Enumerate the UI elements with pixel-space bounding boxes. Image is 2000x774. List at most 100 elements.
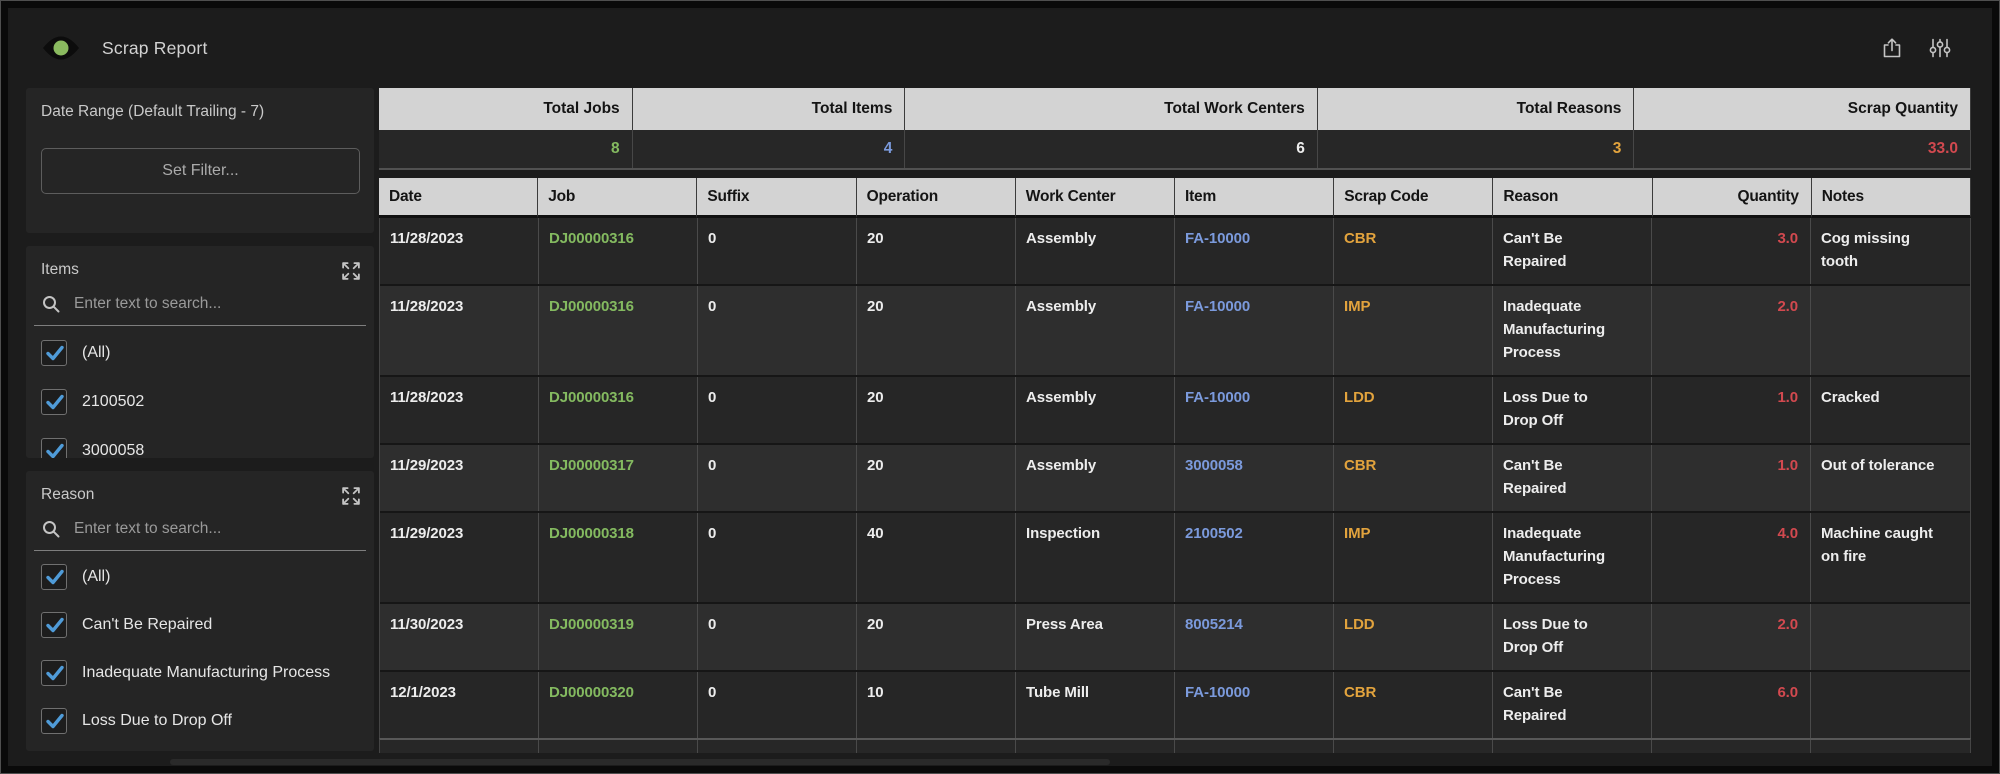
column-header[interactable]: Suffix — [697, 178, 857, 218]
cell-item-link[interactable]: 3000058 — [1175, 445, 1334, 511]
search-icon — [43, 296, 60, 313]
cell-item-link[interactable]: 8005214 — [1175, 604, 1334, 670]
expand-icon[interactable] — [342, 487, 360, 505]
cell-reason: Inadequate Manufacturing Process — [1493, 286, 1652, 375]
cell-quantity: 2.0 — [1652, 604, 1811, 670]
reason-search-input[interactable] — [74, 520, 360, 538]
cell-date: 11/28/2023 — [380, 218, 539, 284]
horizontal-scrollbar[interactable] — [170, 759, 1110, 765]
column-header[interactable]: Item — [1174, 178, 1335, 218]
cell-suffix: 0 — [698, 445, 857, 511]
checkbox[interactable] — [41, 437, 67, 458]
cell-scrap-code: IMP — [1334, 513, 1493, 602]
cell-scrap-code: LDD — [1334, 604, 1493, 670]
cell-notes: Cog missing tooth — [1821, 230, 1910, 270]
cell-item-link[interactable]: FA-10000 — [1175, 286, 1334, 375]
cell-operation: 10 — [857, 672, 1016, 738]
column-header[interactable]: Scrap Code — [1334, 178, 1494, 218]
cell-date: 11/29/2023 — [380, 445, 539, 511]
table-row[interactable]: 11/28/2023 DJ00000316 0 20 Assembly FA-1… — [380, 218, 1970, 284]
cell-work-center: Inspection — [1016, 513, 1175, 602]
checkbox[interactable] — [41, 564, 67, 590]
table-row[interactable]: 11/28/2023 DJ00000316 0 20 Assembly FA-1… — [380, 375, 1970, 443]
summary-value-cell: 6 — [905, 130, 1318, 168]
cell-date: 11/28/2023 — [380, 286, 539, 375]
cell-item-link[interactable]: FA-10000 — [1175, 218, 1334, 284]
export-icon[interactable] — [1880, 36, 1904, 60]
summary-value-cell: 8 — [379, 130, 633, 168]
cell-reason: Can't Be Repaired — [1493, 672, 1652, 738]
items-filter-option[interactable]: 3000058 — [26, 426, 374, 458]
cell-quantity: 4.0 — [1652, 513, 1811, 602]
checkbox[interactable] — [41, 339, 67, 366]
table-row[interactable]: 11/29/2023 DJ00000318 0 40 Inspection 21… — [380, 511, 1970, 602]
check-icon — [46, 394, 64, 409]
reason-filter-option[interactable]: Can't Be Repaired — [26, 601, 374, 649]
cell-item-link[interactable]: 2100502 — [1175, 513, 1334, 602]
checkbox[interactable] — [41, 708, 67, 734]
items-filter-title: Items — [41, 261, 79, 278]
cell-notes — [1811, 672, 1970, 738]
cell-scrap-code: CBR — [1334, 672, 1493, 738]
search-icon — [43, 521, 60, 538]
items-filter-option[interactable]: (All) — [26, 328, 374, 377]
eye-logo-icon — [41, 32, 81, 64]
cell-work-center: Press Area — [1016, 604, 1175, 670]
checkbox-label: (All) — [82, 343, 111, 361]
expand-icon[interactable] — [342, 262, 360, 280]
column-header[interactable]: Notes — [1811, 178, 1971, 218]
cell-date: 12/1/2023 — [380, 672, 539, 738]
cell-reason: Inadequate Manufacturing Process — [1493, 513, 1652, 602]
cell-job-link[interactable]: DJ00000316 — [539, 218, 698, 284]
reason-filter-option[interactable]: (All) — [26, 553, 374, 601]
items-filter-option[interactable]: 2100502 — [26, 377, 374, 426]
cell-notes — [1811, 604, 1970, 670]
filter-sliders-icon[interactable] — [1928, 36, 1952, 60]
checkbox-label: Inadequate Manufacturing Process — [82, 664, 331, 681]
scrap-table: Date Job Suffix Operation Work Center It… — [379, 178, 1971, 753]
column-header[interactable]: Reason — [1493, 178, 1653, 218]
column-header[interactable]: Quantity — [1652, 178, 1812, 218]
cell-item-link[interactable]: FA-10000 — [1175, 672, 1334, 738]
table-body: 11/28/2023 DJ00000316 0 20 Assembly FA-1… — [379, 218, 1971, 738]
cell-item-link[interactable]: FA-10000 — [1175, 377, 1334, 443]
table-row[interactable]: 12/1/2023 DJ00000320 0 10 Tube Mill FA-1… — [380, 670, 1970, 738]
cell-job-link[interactable]: DJ00000317 — [539, 445, 698, 511]
table-header-row: Date Job Suffix Operation Work Center It… — [379, 178, 1971, 218]
table-row[interactable]: 11/29/2023 DJ00000317 0 20 Assembly 3000… — [380, 443, 1970, 511]
checkbox[interactable] — [41, 388, 67, 415]
table-row[interactable]: 11/28/2023 DJ00000316 0 20 Assembly FA-1… — [380, 284, 1970, 375]
reason-filter-panel: Reason Enter text to search... (All) Can… — [26, 471, 374, 751]
reason-filter-option[interactable]: Loss Due to Drop Off — [26, 697, 374, 745]
cell-job-link[interactable]: DJ00000316 — [539, 377, 698, 443]
cell-work-center: Assembly — [1016, 377, 1175, 443]
cell-job-link[interactable]: DJ00000320 — [539, 672, 698, 738]
cell-suffix: 0 — [698, 286, 857, 375]
column-header[interactable]: Job — [538, 178, 698, 218]
summary-table: Total Jobs Total Items Total Work Center… — [379, 88, 1971, 170]
column-header[interactable]: Work Center — [1015, 178, 1175, 218]
cell-suffix: 0 — [698, 672, 857, 738]
checkbox-label: 3000058 — [82, 441, 145, 459]
cell-job-link[interactable]: DJ00000316 — [539, 286, 698, 375]
column-header[interactable]: Operation — [856, 178, 1016, 218]
checkbox-label: Loss Due to Drop Off — [82, 712, 232, 729]
column-header[interactable]: Date — [379, 178, 539, 218]
cell-suffix: 0 — [698, 513, 857, 602]
cell-quantity: 3.0 — [1652, 218, 1811, 284]
cell-job-link[interactable]: DJ00000318 — [539, 513, 698, 602]
filter-sidebar: Date Range (Default Trailing - 7) Set Fi… — [26, 88, 374, 751]
checkbox[interactable] — [41, 660, 67, 686]
cell-job-link[interactable]: DJ00000319 — [539, 604, 698, 670]
cell-operation: 20 — [857, 445, 1016, 511]
table-row[interactable]: 11/30/2023 DJ00000319 0 20 Press Area 80… — [380, 602, 1970, 670]
items-search-input[interactable] — [74, 295, 360, 313]
items-checkbox-list: (All) 2100502 3000058 — [26, 326, 374, 458]
summary-value-row: 8 4 6 3 33.0 — [379, 130, 1971, 168]
checkbox-label: Can't Be Repaired — [82, 616, 213, 633]
items-filter-panel: Items Enter text to search... (All) 2100… — [26, 246, 374, 458]
set-filter-button[interactable]: Set Filter... — [41, 148, 360, 194]
reason-filter-option[interactable]: Inadequate Manufacturing Process — [26, 649, 374, 697]
cell-work-center: Tube Mill — [1016, 672, 1175, 738]
checkbox[interactable] — [41, 612, 67, 638]
